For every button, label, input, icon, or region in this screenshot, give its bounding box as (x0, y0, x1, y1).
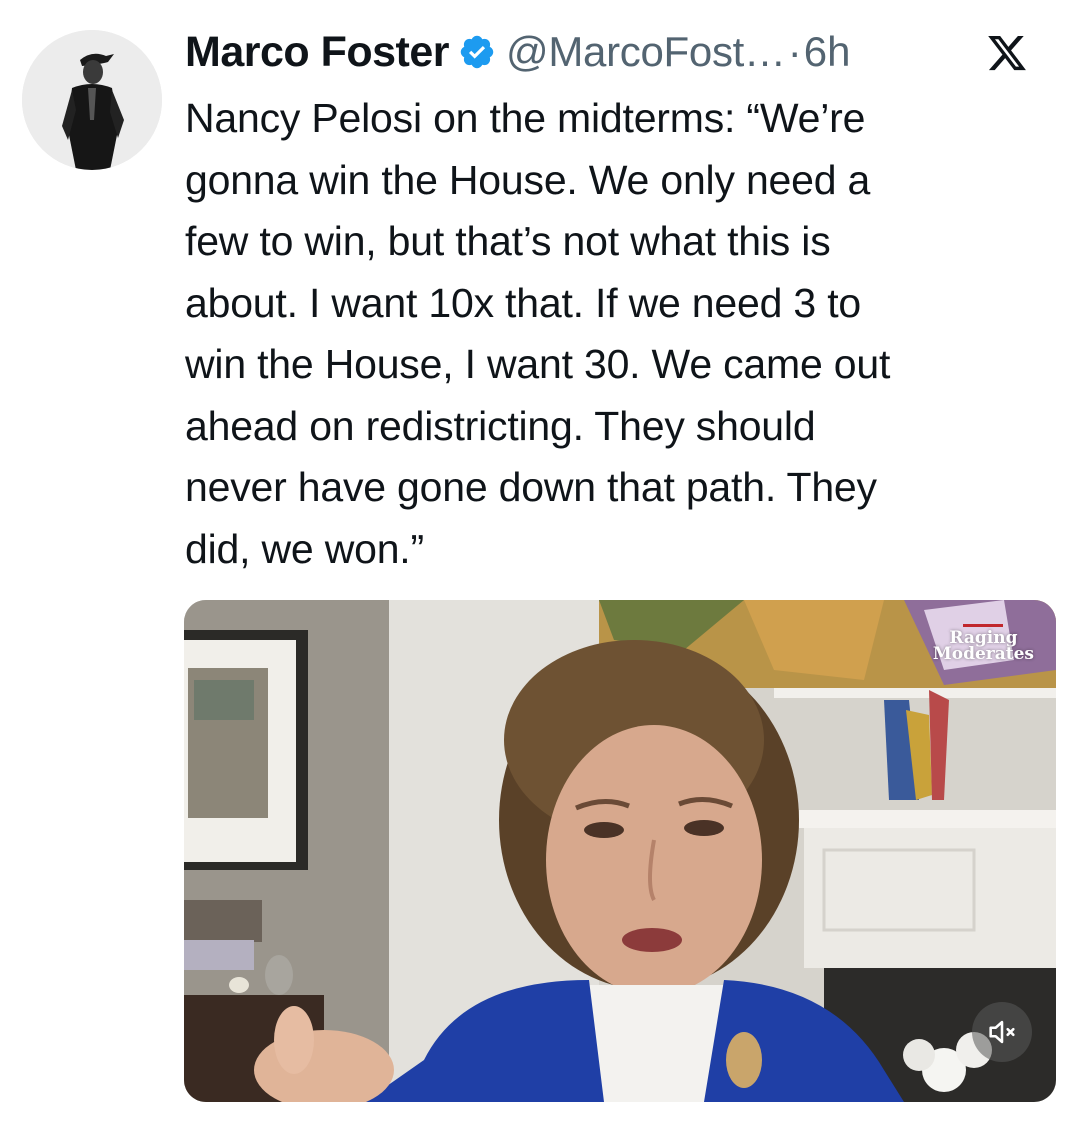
tweet-text-line: did, we won.” (185, 525, 424, 572)
tweet-text-line: Nancy Pelosi on the midterms: “We’re (185, 95, 866, 141)
watermark-line2: Moderates (932, 644, 1034, 664)
tweet-timestamp[interactable]: 6h (804, 28, 851, 76)
tweet-text-line: few to win, but that’s not what this is (185, 218, 831, 264)
tweet-text: Nancy Pelosi on the midterms: “We’re gon… (185, 88, 1045, 580)
tweet-text-line: ahead on redistricting. They should (185, 402, 816, 449)
tweet-text-line: about. I want 10x that. If we need 3 to (185, 279, 861, 326)
separator-dot: · (787, 28, 802, 75)
tweet-text-line: never have gone down that path. They (185, 464, 877, 510)
author-avatar[interactable] (22, 30, 162, 170)
avatar-photo (22, 30, 162, 170)
tweet-card[interactable]: Marco Foster @MarcoFost… · 6h Nancy Pelo… (0, 0, 1080, 1128)
speaker-muted-icon (989, 1020, 1015, 1044)
x-logo-icon (985, 32, 1029, 74)
verified-badge-icon (458, 33, 496, 71)
video-watermark-logo: Raging Moderates (932, 624, 1034, 664)
tweet-text-line: win the House, I want 30. We came out (185, 341, 891, 387)
tweet-header: Marco Foster @MarcoFost… · 6h (185, 22, 850, 82)
author-name[interactable]: Marco Foster (185, 28, 450, 77)
mute-toggle-button[interactable] (972, 1002, 1032, 1062)
video-player[interactable]: Raging Moderates (184, 600, 1056, 1102)
author-handle[interactable]: @MarcoFost… (506, 28, 786, 76)
tweet-text-line: gonna win the House. We only need a (185, 156, 871, 203)
video-frame (184, 600, 1056, 1102)
watermark-bar (963, 624, 1004, 627)
